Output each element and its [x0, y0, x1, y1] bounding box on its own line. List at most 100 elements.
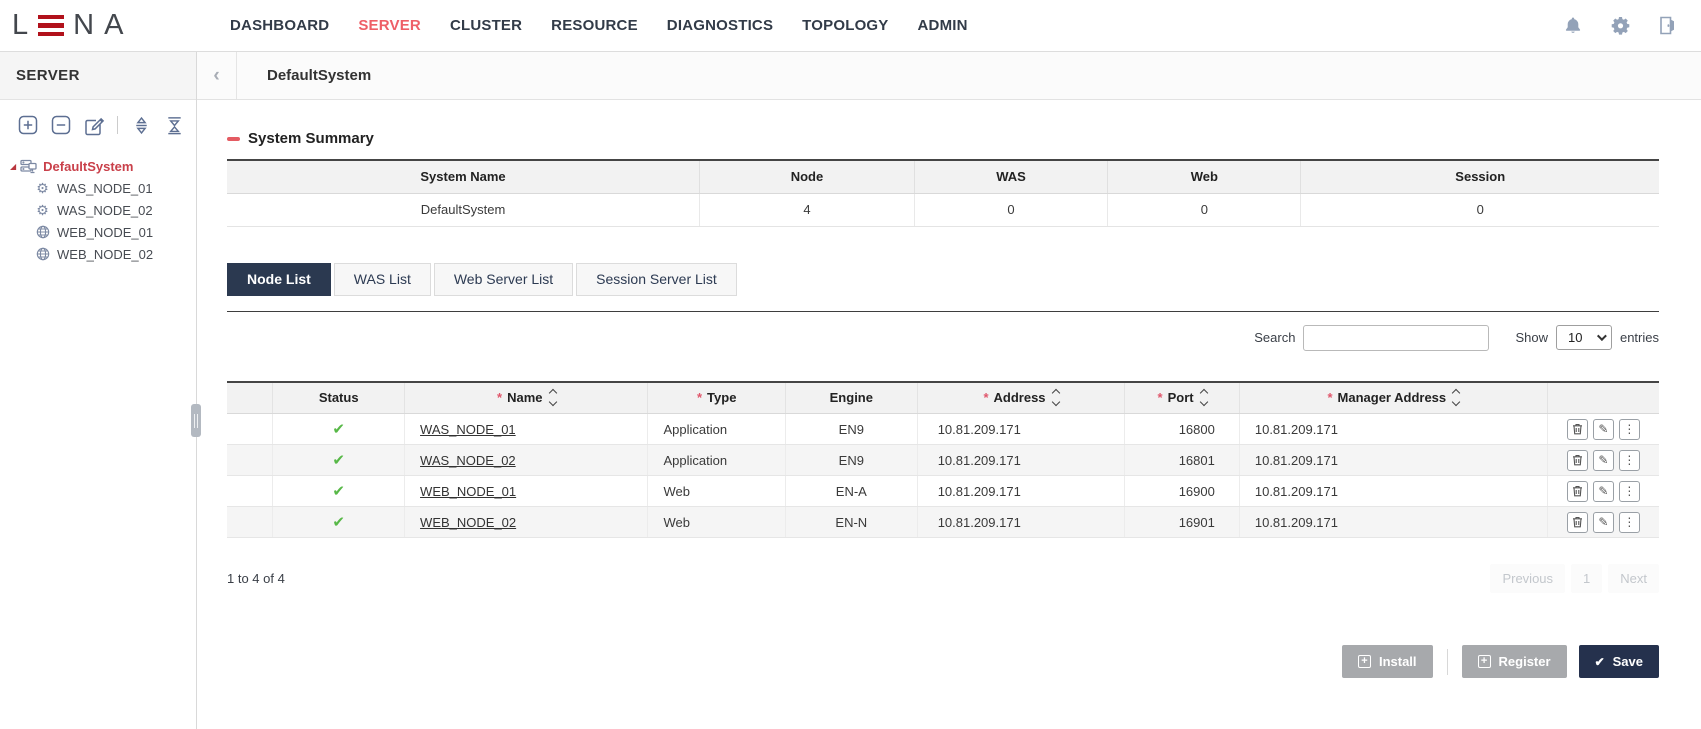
col-engine: Engine	[785, 382, 917, 414]
node-name-link[interactable]: WAS_NODE_01	[420, 422, 516, 437]
node-name-link[interactable]: WEB_NODE_02	[420, 515, 516, 530]
nav-resource[interactable]: RESOURCE	[551, 17, 638, 34]
node-port: 16800	[1125, 414, 1240, 445]
edit-row-button[interactable]: ✎	[1593, 481, 1614, 502]
tree-expanded-caret-icon[interactable]: ◢	[10, 162, 16, 171]
tab-node-list[interactable]: Node List	[227, 263, 331, 296]
show-label: Show	[1515, 330, 1548, 345]
edit-row-button[interactable]: ✎	[1593, 450, 1614, 471]
previous-page-button[interactable]: Previous	[1490, 564, 1565, 593]
more-actions-kebab-button[interactable]: ⋮	[1619, 419, 1640, 440]
search-input[interactable]	[1303, 325, 1489, 351]
top-bar: L N A DASHBOARD SERVER CLUSTER RESOURCE …	[0, 0, 1701, 52]
summary-col-system-name: System Name	[227, 160, 700, 193]
tree-node-web-node-02[interactable]: WEB_NODE_02	[10, 243, 196, 265]
delete-row-button[interactable]	[1567, 450, 1588, 471]
node-name-link[interactable]: WEB_NODE_01	[420, 484, 516, 499]
tree-node-was-node-01[interactable]: ⚙ WAS_NODE_01	[10, 177, 196, 199]
save-button[interactable]: ✔ Save	[1579, 645, 1659, 678]
summary-header-row: System Name Node WAS Web Session	[227, 160, 1659, 193]
node-address: 10.81.209.171	[917, 414, 1125, 445]
node-manager-address: 10.81.209.171	[1239, 476, 1547, 507]
tree-toolbar	[0, 100, 196, 147]
install-button[interactable]: + Install	[1342, 645, 1433, 678]
node-engine: EN9	[785, 414, 917, 445]
edit-row-button[interactable]: ✎	[1593, 512, 1614, 533]
nav-diagnostics[interactable]: DIAGNOSTICS	[667, 17, 773, 34]
tree-node-defaultsystem[interactable]: ◢ DefaultSystem	[10, 155, 196, 177]
sort-icon[interactable]	[550, 390, 556, 405]
more-actions-kebab-button[interactable]: ⋮	[1619, 450, 1640, 471]
tree-node-was-node-02[interactable]: ⚙ WAS_NODE_02	[10, 199, 196, 221]
topbar-icons	[1563, 16, 1677, 36]
nav-dashboard[interactable]: DASHBOARD	[230, 17, 329, 34]
tree-node-web-node-01[interactable]: WEB_NODE_01	[10, 221, 196, 243]
settings-gear-icon[interactable]	[1610, 16, 1630, 36]
summary-col-web: Web	[1108, 160, 1301, 193]
tab-was-list[interactable]: WAS List	[334, 263, 431, 296]
server-tree: ◢ DefaultSystem ⚙ WAS_NODE_01 ⚙ WAS_NODE…	[0, 147, 196, 265]
status-ok-icon: ✔	[332, 421, 345, 438]
sort-icon[interactable]	[1201, 390, 1207, 405]
col-address[interactable]: *Address	[917, 382, 1125, 414]
tree-add-button[interactable]	[16, 113, 40, 137]
edit-row-button[interactable]: ✎	[1593, 419, 1614, 440]
was-gear-icon: ⚙	[34, 180, 51, 197]
breadcrumb: ‹ DefaultSystem	[197, 52, 1701, 100]
footer-actions: + Install + Register ✔ Save	[227, 645, 1659, 678]
logo-letter-l: L	[12, 9, 29, 42]
logo-letter-n: N	[73, 9, 95, 42]
register-button-label: Register	[1499, 654, 1551, 669]
save-button-label: Save	[1613, 654, 1643, 669]
node-manager-address: 10.81.209.171	[1239, 414, 1547, 445]
col-name[interactable]: *Name	[405, 382, 648, 414]
pager: Previous 1 Next	[1490, 564, 1659, 593]
nav-topology[interactable]: TOPOLOGY	[802, 17, 888, 34]
nav-server[interactable]: SERVER	[358, 17, 421, 34]
nav-cluster[interactable]: CLUSTER	[450, 17, 522, 34]
page-body: System Summary System Name Node WAS Web …	[197, 100, 1701, 729]
summary-col-node: Node	[700, 160, 915, 193]
delete-row-button[interactable]	[1567, 481, 1588, 502]
main-area: SERVER	[0, 52, 1701, 729]
register-button[interactable]: + Register	[1462, 645, 1567, 678]
table-controls: Search Show 10 entries	[227, 325, 1659, 351]
system-summary-heading[interactable]: System Summary	[227, 130, 1659, 147]
lena-logo[interactable]: L N A	[12, 9, 212, 42]
nav-admin[interactable]: ADMIN	[918, 17, 968, 34]
status-ok-icon: ✔	[332, 483, 345, 500]
sort-icon[interactable]	[1453, 390, 1459, 405]
tree-edit-button[interactable]	[82, 113, 106, 137]
chevron-down-icon	[1597, 331, 1607, 341]
more-actions-kebab-button[interactable]: ⋮	[1619, 481, 1640, 502]
sort-icon[interactable]	[1053, 390, 1059, 405]
node-manager-address: 10.81.209.171	[1239, 445, 1547, 476]
row-select-cell	[227, 507, 273, 538]
tree-node-label: WAS_NODE_01	[57, 181, 153, 196]
required-marker: *	[983, 390, 988, 405]
node-name-link[interactable]: WAS_NODE_02	[420, 453, 516, 468]
next-page-button[interactable]: Next	[1608, 564, 1659, 593]
row-select-cell	[227, 476, 273, 507]
page-size-select[interactable]: 10	[1556, 325, 1612, 350]
more-actions-kebab-button[interactable]: ⋮	[1619, 512, 1640, 533]
node-address: 10.81.209.171	[917, 507, 1125, 538]
logout-door-icon[interactable]	[1657, 16, 1677, 36]
page-number-button[interactable]: 1	[1571, 564, 1602, 593]
col-manager-address[interactable]: *Manager Address	[1239, 382, 1547, 414]
server-sidebar: SERVER	[0, 52, 197, 729]
node-address: 10.81.209.171	[917, 476, 1125, 507]
collapse-panel-chevron-button[interactable]: ‹	[197, 52, 237, 99]
delete-row-button[interactable]	[1567, 512, 1588, 533]
notification-bell-icon[interactable]	[1563, 16, 1583, 36]
install-button-label: Install	[1379, 654, 1417, 669]
delete-row-button[interactable]	[1567, 419, 1588, 440]
tree-expand-all-button[interactable]	[129, 113, 153, 137]
tree-collapse-all-button[interactable]	[162, 113, 186, 137]
col-port[interactable]: *Port	[1125, 382, 1240, 414]
plus-icon: +	[1478, 655, 1491, 668]
tree-remove-button[interactable]	[49, 113, 73, 137]
tab-session-server-list[interactable]: Session Server List	[576, 263, 737, 296]
tab-web-server-list[interactable]: Web Server List	[434, 263, 573, 296]
sidebar-resize-handle[interactable]	[191, 404, 201, 437]
